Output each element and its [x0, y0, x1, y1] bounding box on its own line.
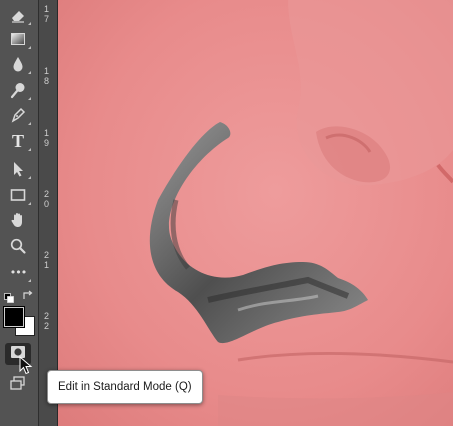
- path-selection-tool[interactable]: [4, 158, 32, 180]
- document-canvas[interactable]: [58, 0, 453, 426]
- ruler-label: 2 2: [43, 311, 49, 331]
- swap-colors-icon[interactable]: [22, 289, 34, 301]
- dodge-tool[interactable]: [4, 79, 32, 101]
- blur-tool[interactable]: [4, 53, 32, 75]
- zoom-icon: [9, 237, 27, 255]
- zoom-tool[interactable]: [4, 235, 32, 257]
- pen-icon: [9, 106, 27, 124]
- gradient-tool[interactable]: [4, 28, 32, 50]
- ruler-label: 1 8: [43, 66, 49, 86]
- quick-mask-tooltip: Edit in Standard Mode (Q): [47, 370, 203, 404]
- foreground-color-swatch[interactable]: [4, 307, 24, 327]
- rectangle-icon: [9, 186, 27, 204]
- blur-drop-icon: [9, 55, 27, 73]
- quick-mask-image: [58, 0, 453, 426]
- ruler-label: 2 1: [43, 250, 49, 270]
- ruler-label: 1 7: [43, 4, 49, 24]
- default-colors-icon[interactable]: [4, 290, 14, 303]
- ruler-label: 1 9: [43, 128, 49, 148]
- ruler-label: 2 0: [43, 189, 49, 209]
- rectangle-tool[interactable]: [4, 184, 32, 206]
- eraser-tool[interactable]: [4, 4, 32, 26]
- path-selection-arrow-icon: [9, 160, 27, 178]
- eraser-icon: [9, 6, 27, 24]
- pen-tool[interactable]: [4, 104, 32, 126]
- type-icon: T: [11, 130, 24, 151]
- screen-mode-icon: [9, 374, 27, 392]
- dodge-icon: [9, 81, 27, 99]
- edit-toolbar-button[interactable]: •••: [4, 261, 32, 283]
- type-tool[interactable]: T: [4, 130, 32, 152]
- more-dots-icon: •••: [9, 265, 27, 279]
- hand-tool[interactable]: [4, 209, 32, 231]
- gradient-icon: [9, 30, 27, 48]
- toolbar: T •••: [0, 0, 39, 426]
- hand-icon: [9, 211, 27, 229]
- tooltip-text: Edit in Standard Mode (Q): [58, 381, 192, 393]
- vertical-ruler: 1 7 1 8 1 9 2 0 2 1 2 2: [39, 0, 58, 426]
- screen-mode-button[interactable]: [4, 372, 32, 394]
